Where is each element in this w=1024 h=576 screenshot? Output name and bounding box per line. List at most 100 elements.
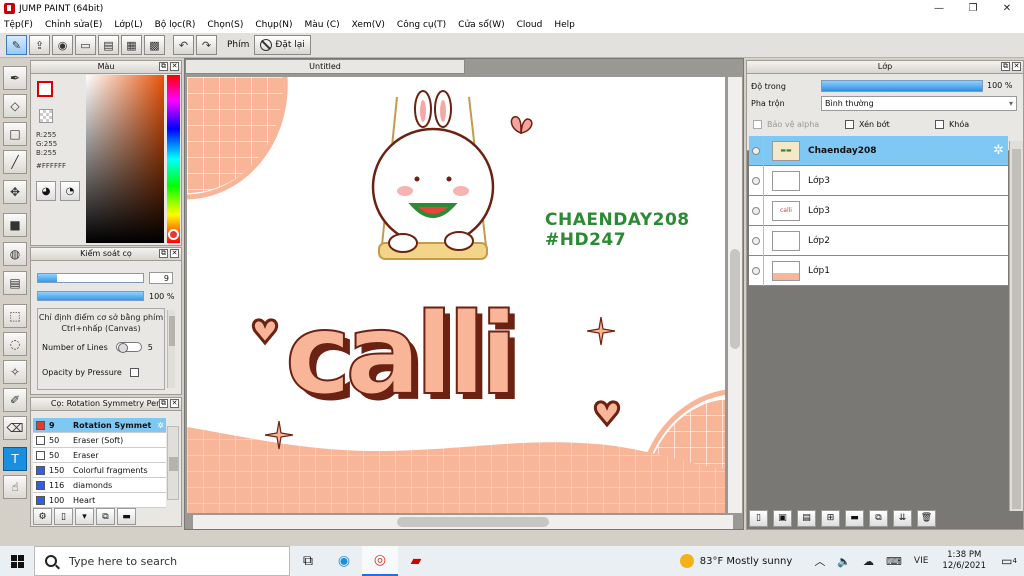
brush-item[interactable]: 116 diamonds [33,478,166,493]
hand-tool-icon[interactable]: ☝ [3,475,27,499]
layer-row[interactable]: Lớp3 [749,165,1008,196]
new-brush-icon[interactable]: ▯ [54,508,73,525]
duplicate-layer-icon[interactable]: ⧉ [869,509,888,527]
transparent-color-swatch[interactable] [39,109,53,123]
menu-capture[interactable]: Chụp(N) [255,20,292,30]
visibility-icon[interactable] [749,165,764,196]
new-folder-icon[interactable]: ▬ [845,509,864,527]
brush-folder-icon[interactable]: ▬ [117,508,136,525]
brush-item[interactable]: 150 Colorful fragments [33,463,166,478]
taskbar-search[interactable]: Type here to search [34,546,290,576]
close-button[interactable]: ✕ [990,0,1024,17]
weather-widget[interactable]: 83°F Mostly sunny [679,554,792,568]
menu-cloud[interactable]: Cloud [517,20,543,30]
float-icon[interactable]: ⧉ [1001,62,1010,71]
menu-layer[interactable]: Lớp(L) [114,20,142,30]
draw-mode-icon[interactable]: ✎ [6,35,27,55]
brush-opacity-slider[interactable] [37,291,144,301]
brush-item[interactable]: 50 Eraser [33,448,166,463]
brush-size-slider[interactable] [37,273,144,283]
pressure-checkbox[interactable] [129,368,139,377]
chrome-browser-icon[interactable]: ◎ [362,546,398,576]
edge-browser-icon[interactable]: ◉ [326,546,362,576]
menu-edit[interactable]: Chỉnh sửa(E) [45,20,102,30]
hue-slider[interactable] [167,75,180,243]
close-panel-icon[interactable]: ✕ [170,249,179,258]
layer-list-scrollbar[interactable] [1009,141,1023,511]
undo-icon[interactable]: ↶ [173,35,194,55]
onedrive-icon[interactable]: ☁ [863,555,874,568]
add-layer-menu-icon[interactable]: ⊞ [821,509,840,527]
clipping-checkbox[interactable] [845,120,854,129]
clipping-option[interactable]: Xén bớt [845,120,890,129]
layer-row[interactable]: Lớp2 [749,225,1008,256]
notifications-icon[interactable]: ▭ 4 [994,546,1024,576]
brush-menu-icon[interactable]: ▾ [75,508,94,525]
menu-tools[interactable]: Công cụ(T) [397,20,446,30]
message-icon[interactable]: ▭ [75,35,96,55]
export-icon[interactable]: ⇪ [29,35,50,55]
gear-icon[interactable]: ✲ [993,143,1004,158]
float-icon[interactable]: ⧉ [159,249,168,258]
eraser-tool-icon[interactable]: ◇ [3,94,27,118]
menu-help[interactable]: Help [554,20,575,30]
rect-select-tool-icon[interactable]: □ [3,122,27,146]
move-tool-icon[interactable]: ✥ [3,180,27,204]
float-icon[interactable]: ⧉ [159,399,168,408]
bucket-tool-icon[interactable]: ◍ [3,242,27,266]
select-eraser-tool-icon[interactable]: ⌫ [3,416,27,440]
minimize-button[interactable]: — [922,0,956,17]
new-8bit-layer-icon[interactable]: ▣ [773,509,792,527]
language-indicator[interactable]: VIE [914,556,929,566]
new-layer-icon[interactable]: ▯ [749,509,768,527]
drawing-canvas[interactable]: CHAENDAY208 #HD247 calli calli [187,77,725,513]
visibility-icon[interactable] [749,255,764,286]
keyboard-icon[interactable]: ⌨ [886,555,902,568]
start-button[interactable] [0,546,34,576]
chevron-up-icon[interactable]: ︿ [814,553,825,569]
copy-brush-icon[interactable]: ⧉ [96,508,115,525]
menu-view[interactable]: Xem(V) [352,20,385,30]
brush-list-scrollbar[interactable] [167,426,179,500]
lines-slider[interactable] [115,342,142,353]
palette-icon[interactable]: ◕ [36,181,56,201]
jump-paint-app-icon[interactable]: ▰ [398,546,434,576]
page-icon[interactable]: ▤ [98,35,119,55]
protect-alpha-option[interactable]: Bảo vệ alpha [753,120,819,129]
redo-icon[interactable]: ↷ [196,35,217,55]
primary-color-swatch[interactable] [37,81,53,97]
task-view-icon[interactable]: ⧉ [290,546,326,576]
protect-alpha-checkbox[interactable] [753,120,762,129]
menu-color[interactable]: Màu (C) [305,20,340,30]
layout-icon[interactable]: ▦ [121,35,142,55]
lock-checkbox[interactable] [935,120,944,129]
lock-option[interactable]: Khóa [935,120,969,129]
line-tool-icon[interactable]: ╱ [3,150,27,174]
brush-item[interactable]: 9 Rotation Symmet ✲ [33,418,166,433]
layer-opacity-slider[interactable] [821,80,983,92]
close-panel-icon[interactable]: ✕ [1012,62,1021,71]
new-1bit-layer-icon[interactable]: ▤ [797,509,816,527]
blend-mode-select[interactable]: Bình thường [821,96,1017,111]
menu-filter[interactable]: Bộ lọc(R) [155,20,196,30]
volume-icon[interactable]: 🔈 [837,555,851,568]
visibility-icon[interactable] [749,195,764,226]
select-pen-tool-icon[interactable]: ✐ [3,388,27,412]
clock[interactable]: 1:38 PM 12/6/2021 [942,550,986,572]
canvas-vertical-scrollbar[interactable] [728,77,742,513]
layer-row[interactable]: ▬▬ Chaenday208 ✲ [749,135,1008,166]
close-panel-icon[interactable]: ✕ [170,62,179,71]
close-panel-icon[interactable]: ✕ [170,399,179,408]
color-picker-icon[interactable]: ◔ [60,181,80,201]
marquee-tool-icon[interactable]: ⬚ [3,304,27,328]
layer-row[interactable]: calli Lớp3 [749,195,1008,226]
text-tool-icon[interactable]: T [3,447,27,471]
comment-icon[interactable]: ◉ [52,35,73,55]
grid-icon[interactable]: ▩ [144,35,165,55]
brush-options-scrollbar[interactable] [167,310,175,388]
saturation-value-picker[interactable] [86,75,164,243]
lasso-tool-icon[interactable]: ◌ [3,332,27,356]
magic-wand-tool-icon[interactable]: ✧ [3,360,27,384]
reset-button[interactable]: Đặt lại [254,35,311,55]
visibility-icon[interactable] [749,135,764,166]
